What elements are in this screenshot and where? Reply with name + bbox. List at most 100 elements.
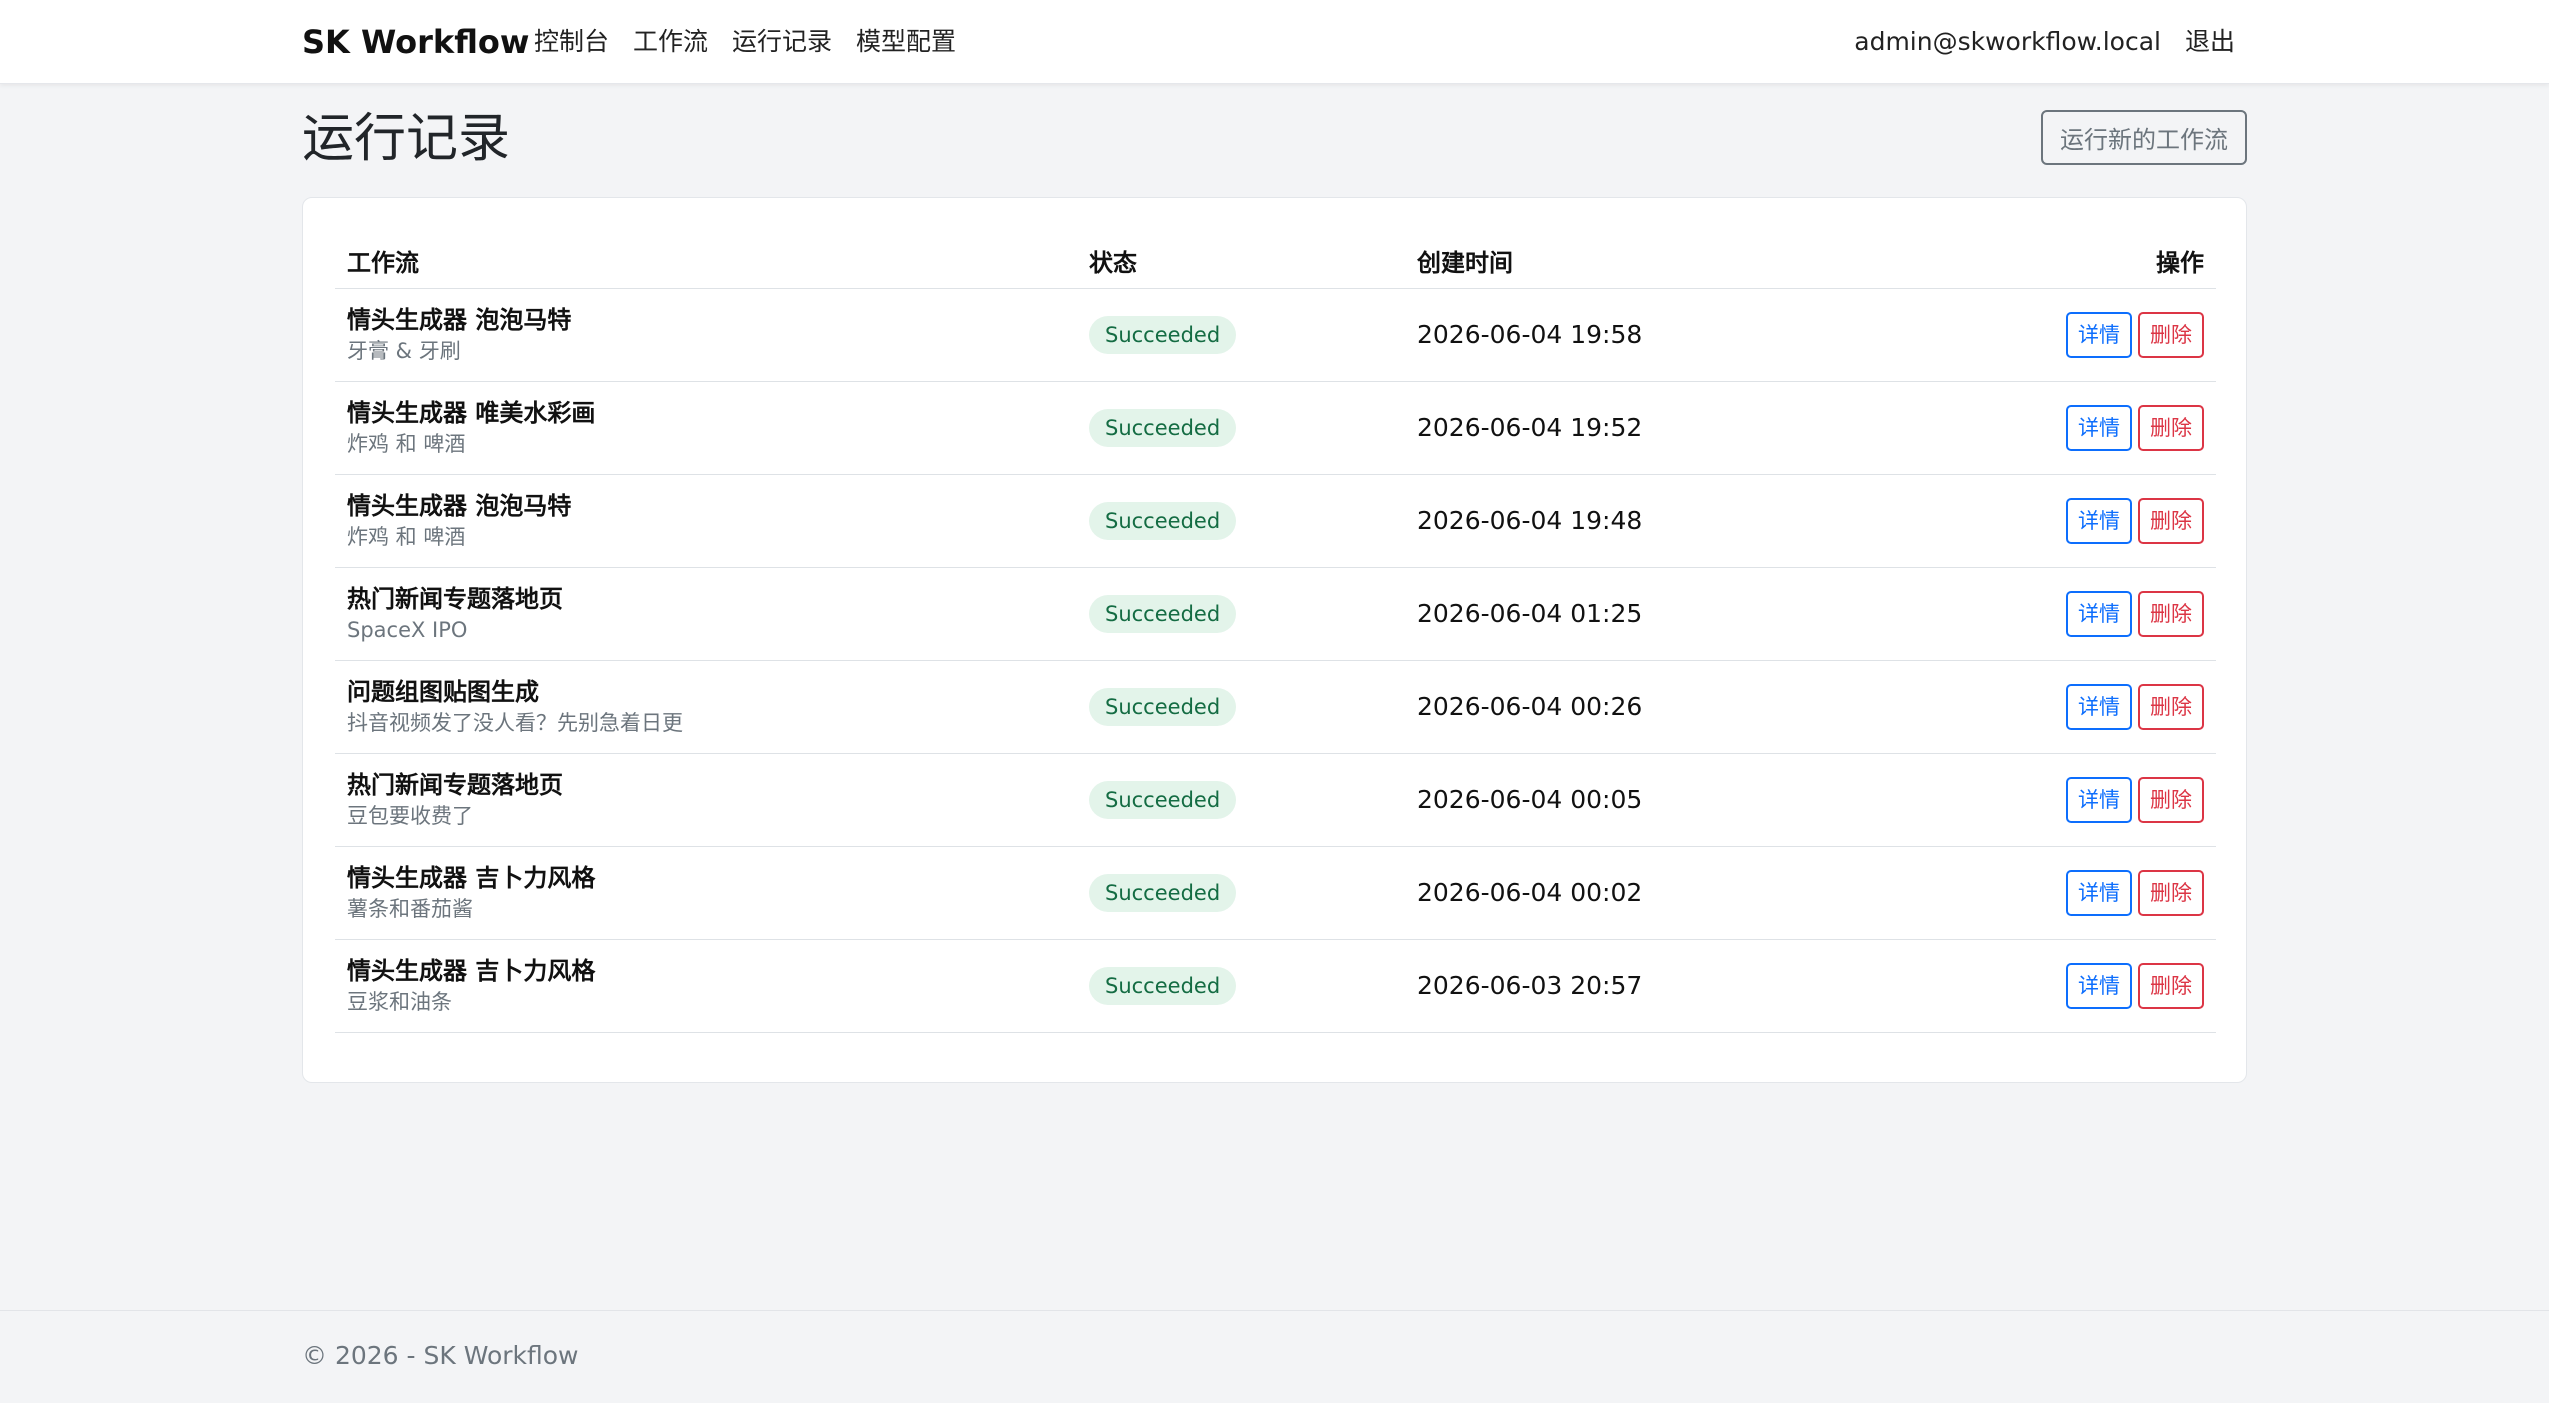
workflow-input: 薯条和番茄酱 <box>347 896 473 921</box>
table-row: 情头生成器 泡泡马特 牙膏 & 牙刷 Succeeded 2026-06-04 … <box>335 288 2216 382</box>
status-badge: Succeeded <box>1089 687 1237 726</box>
detail-button[interactable]: 详情 <box>2066 404 2132 451</box>
header-status: 状态 <box>1077 234 1405 289</box>
page-title: 运行记录 <box>302 109 511 169</box>
workflow-input: 炸鸡 和 啤酒 <box>347 431 466 456</box>
created-time: 2026-06-04 19:52 <box>1417 413 1643 442</box>
created-cell: 2026-06-04 00:26 <box>1405 660 1925 754</box>
workflow-name: 情头生成器 泡泡马特 <box>347 305 572 334</box>
runs-table: 工作流 状态 创建时间 操作 情头生成器 泡泡马特 牙膏 & 牙刷 Succee… <box>335 234 2216 1033</box>
footer: © 2026 - SK Workflow <box>0 1310 2549 1403</box>
workflow-input: 豆包要收费了 <box>347 803 473 828</box>
delete-button[interactable]: 删除 <box>2138 869 2204 916</box>
status-badge: Succeeded <box>1089 966 1237 1005</box>
created-cell: 2026-06-04 19:48 <box>1405 474 1925 568</box>
workflow-cell: 热门新闻专题落地页 豆包要收费了 <box>335 753 1077 847</box>
status-cell: Succeeded <box>1077 381 1405 475</box>
nav-link-dashboard[interactable]: 控制台 <box>534 20 609 64</box>
runs-card: 工作流 状态 创建时间 操作 情头生成器 泡泡马特 牙膏 & 牙刷 Succee… <box>302 197 2247 1083</box>
created-cell: 2026-06-04 19:58 <box>1405 288 1925 382</box>
detail-button[interactable]: 详情 <box>2066 962 2132 1009</box>
created-time: 2026-06-04 00:02 <box>1417 878 1643 907</box>
detail-button[interactable]: 详情 <box>2066 869 2132 916</box>
created-cell: 2026-06-04 00:02 <box>1405 846 1925 940</box>
status-badge: Succeeded <box>1089 780 1237 819</box>
table-row: 情头生成器 唯美水彩画 炸鸡 和 啤酒 Succeeded 2026-06-04… <box>335 381 2216 475</box>
nav-link-workflows[interactable]: 工作流 <box>633 20 708 64</box>
actions-cell: 详情 删除 <box>1925 381 2216 475</box>
nav-link-runs[interactable]: 运行记录 <box>732 20 832 64</box>
table-row: 热门新闻专题落地页 SpaceX IPO Succeeded 2026-06-0… <box>335 567 2216 661</box>
status-badge: Succeeded <box>1089 408 1237 447</box>
created-time: 2026-06-04 19:48 <box>1417 506 1643 535</box>
workflow-cell: 问题组图贴图生成 抖音视频发了没人看？先别急着日更 <box>335 660 1077 754</box>
actions-cell: 详情 删除 <box>1925 939 2216 1033</box>
workflow-name: 问题组图贴图生成 <box>347 677 539 706</box>
status-cell: Succeeded <box>1077 846 1405 940</box>
delete-button[interactable]: 删除 <box>2138 962 2204 1009</box>
status-cell: Succeeded <box>1077 660 1405 754</box>
actions-cell: 详情 删除 <box>1925 567 2216 661</box>
workflow-cell: 热门新闻专题落地页 SpaceX IPO <box>335 567 1077 661</box>
status-badge: Succeeded <box>1089 501 1237 540</box>
delete-button[interactable]: 删除 <box>2138 311 2204 358</box>
workflow-name: 情头生成器 唯美水彩画 <box>347 398 596 427</box>
workflow-name: 热门新闻专题落地页 <box>347 770 563 799</box>
workflow-input: 牙膏 & 牙刷 <box>347 338 461 363</box>
actions-cell: 详情 删除 <box>1925 753 2216 847</box>
actions-cell: 详情 删除 <box>1925 660 2216 754</box>
table-row: 热门新闻专题落地页 豆包要收费了 Succeeded 2026-06-04 00… <box>335 753 2216 847</box>
created-time: 2026-06-03 20:57 <box>1417 971 1643 1000</box>
workflow-name: 情头生成器 泡泡马特 <box>347 491 572 520</box>
status-badge: Succeeded <box>1089 873 1237 912</box>
workflow-name: 情头生成器 吉卜力风格 <box>347 863 596 892</box>
workflow-cell: 情头生成器 泡泡马特 炸鸡 和 啤酒 <box>335 474 1077 568</box>
detail-button[interactable]: 详情 <box>2066 311 2132 358</box>
status-cell: Succeeded <box>1077 288 1405 382</box>
workflow-input: 豆浆和油条 <box>347 989 452 1014</box>
delete-button[interactable]: 删除 <box>2138 497 2204 544</box>
run-new-workflow-button[interactable]: 运行新的工作流 <box>2041 110 2247 165</box>
table-row: 情头生成器 泡泡马特 炸鸡 和 啤酒 Succeeded 2026-06-04 … <box>335 474 2216 568</box>
delete-button[interactable]: 删除 <box>2138 404 2204 451</box>
workflow-cell: 情头生成器 吉卜力风格 薯条和番茄酱 <box>335 846 1077 940</box>
detail-button[interactable]: 详情 <box>2066 776 2132 823</box>
user-email: admin@skworkflow.local <box>1854 27 2161 56</box>
created-time: 2026-06-04 01:25 <box>1417 599 1643 628</box>
created-cell: 2026-06-04 00:05 <box>1405 753 1925 847</box>
detail-button[interactable]: 详情 <box>2066 590 2132 637</box>
table-header-row: 工作流 状态 创建时间 操作 <box>335 234 2216 289</box>
nav-links: 控制台 工作流 运行记录 模型配置 <box>534 20 956 64</box>
workflow-cell: 情头生成器 泡泡马特 牙膏 & 牙刷 <box>335 288 1077 382</box>
actions-cell: 详情 删除 <box>1925 846 2216 940</box>
actions-cell: 详情 删除 <box>1925 288 2216 382</box>
detail-button[interactable]: 详情 <box>2066 683 2132 730</box>
workflow-input: 炸鸡 和 啤酒 <box>347 524 466 549</box>
detail-button[interactable]: 详情 <box>2066 497 2132 544</box>
header-actions: 操作 <box>1925 234 2216 289</box>
created-cell: 2026-06-04 01:25 <box>1405 567 1925 661</box>
delete-button[interactable]: 删除 <box>2138 590 2204 637</box>
delete-button[interactable]: 删除 <box>2138 776 2204 823</box>
footer-copyright: © 2026 - SK Workflow <box>302 1341 579 1370</box>
user-menu: admin@skworkflow.local 退出 <box>1854 20 2235 64</box>
workflow-cell: 情头生成器 吉卜力风格 豆浆和油条 <box>335 939 1077 1033</box>
header-created: 创建时间 <box>1405 234 1925 289</box>
status-badge: Succeeded <box>1089 315 1237 354</box>
status-cell: Succeeded <box>1077 939 1405 1033</box>
delete-button[interactable]: 删除 <box>2138 683 2204 730</box>
created-time: 2026-06-04 00:26 <box>1417 692 1643 721</box>
workflow-name: 情头生成器 吉卜力风格 <box>347 956 596 985</box>
workflow-cell: 情头生成器 唯美水彩画 炸鸡 和 啤酒 <box>335 381 1077 475</box>
table-row: 情头生成器 吉卜力风格 薯条和番茄酱 Succeeded 2026-06-04 … <box>335 846 2216 940</box>
status-cell: Succeeded <box>1077 753 1405 847</box>
status-cell: Succeeded <box>1077 474 1405 568</box>
brand-logo[interactable]: SK Workflow <box>302 20 529 64</box>
workflow-name: 热门新闻专题落地页 <box>347 584 563 613</box>
nav-link-model-config[interactable]: 模型配置 <box>856 20 956 64</box>
logout-link[interactable]: 退出 <box>2185 20 2235 64</box>
status-cell: Succeeded <box>1077 567 1405 661</box>
created-time: 2026-06-04 19:58 <box>1417 320 1643 349</box>
created-cell: 2026-06-03 20:57 <box>1405 939 1925 1033</box>
created-time: 2026-06-04 00:05 <box>1417 785 1643 814</box>
